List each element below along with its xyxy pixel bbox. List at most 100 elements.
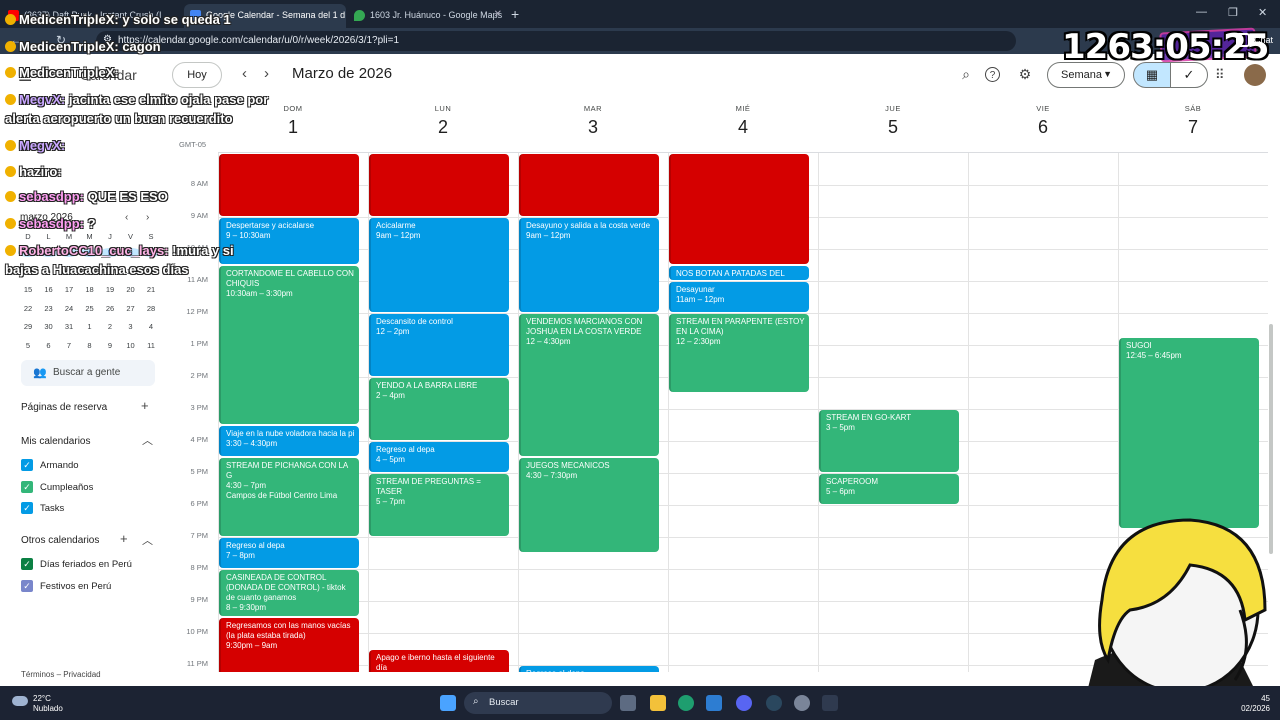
calendar-event[interactable]: [669, 154, 809, 264]
other-calendars-title[interactable]: Otros calendarios: [21, 535, 99, 546]
search-icon[interactable]: ⌕: [957, 66, 975, 84]
vscode-icon[interactable]: [706, 695, 722, 711]
calendar-event[interactable]: Desayuno y salida a la costa verde 9am – …: [519, 218, 659, 312]
day-header[interactable]: MIÉ 4: [668, 104, 818, 138]
day-header[interactable]: MAR 3: [518, 104, 668, 138]
mini-day[interactable]: 23: [39, 304, 59, 313]
day-header[interactable]: SÁB 7: [1118, 104, 1268, 138]
mini-day[interactable]: 30: [39, 322, 59, 331]
day-number[interactable]: 3: [518, 117, 668, 138]
day-header[interactable]: DOM 1: [218, 104, 368, 138]
mini-day[interactable]: 16: [39, 285, 59, 294]
day-number[interactable]: 7: [1118, 117, 1268, 138]
next-week-button[interactable]: ›: [264, 65, 269, 82]
mini-day[interactable]: 5: [18, 341, 38, 350]
settings-gear-icon[interactable]: ⚙: [1016, 66, 1034, 84]
mini-day[interactable]: 21: [141, 285, 161, 294]
mini-day[interactable]: 7: [59, 341, 79, 350]
calendar-event[interactable]: [519, 154, 659, 216]
day-header[interactable]: VIE 6: [968, 104, 1118, 138]
maximize-button[interactable]: ❐: [1228, 6, 1238, 19]
calendar-event[interactable]: [219, 154, 359, 216]
edge-browser-icon[interactable]: [678, 695, 694, 711]
day-number[interactable]: 5: [818, 117, 968, 138]
mini-day[interactable]: 11: [141, 341, 161, 350]
mini-day[interactable]: 17: [59, 285, 79, 294]
mini-day[interactable]: 2: [100, 322, 120, 331]
mini-day[interactable]: 3: [121, 322, 141, 331]
mini-day[interactable]: 1: [80, 322, 100, 331]
calendar-event[interactable]: STREAM EN GO-KART 3 – 5pm: [819, 410, 959, 472]
mini-day[interactable]: 9: [100, 341, 120, 350]
day-header[interactable]: JUE 5: [818, 104, 968, 138]
footer-links[interactable]: Términos – Privacidad: [21, 670, 101, 679]
checkbox-checked-icon[interactable]: ✓: [21, 480, 33, 493]
apps-grid-icon[interactable]: ⠿: [1215, 67, 1225, 83]
calendar-toggle[interactable]: ✓ Días feriados en Perú: [21, 558, 132, 572]
calendar-event[interactable]: SUGOI 12:45 – 6:45pm: [1119, 338, 1259, 528]
settings-app-icon[interactable]: [794, 695, 810, 711]
calendar-event[interactable]: Regresamos con las manos vacías (la plat…: [219, 618, 359, 672]
checkbox-checked-icon[interactable]: ✓: [21, 459, 33, 471]
mini-day[interactable]: 19: [100, 285, 120, 294]
calendar-event[interactable]: YENDO A LA BARRA LIBRE 2 – 4pm: [369, 378, 509, 440]
calendar-event[interactable]: Desayunar 11am – 12pm: [669, 282, 809, 312]
add-other-calendar-icon[interactable]: +: [120, 531, 128, 546]
calendar-event[interactable]: STREAM DE PREGUNTAS = TASER 5 – 7pm: [369, 474, 509, 536]
mini-next-icon[interactable]: ›: [146, 212, 149, 223]
day-number[interactable]: 2: [368, 117, 518, 138]
my-calendars-title[interactable]: Mis calendarios: [21, 436, 90, 447]
previous-week-button[interactable]: ‹: [242, 65, 247, 82]
calendar-event[interactable]: Descansito de control 12 – 2pm: [369, 314, 509, 376]
calendar-event[interactable]: VENDEMOS MARCIANOS CON JOSHUA EN LA COST…: [519, 314, 659, 456]
mini-day[interactable]: 18: [80, 285, 100, 294]
file-explorer-icon[interactable]: [650, 695, 666, 711]
add-booking-page-icon[interactable]: +: [141, 398, 149, 413]
mini-day[interactable]: 28: [141, 304, 161, 313]
calendar-event[interactable]: Acicalarme 9am – 12pm: [369, 218, 509, 312]
close-tab-icon[interactable]: ✕: [494, 9, 502, 20]
discord-icon[interactable]: [736, 695, 752, 711]
calendar-event[interactable]: SCAPEROOM 5 – 6pm: [819, 474, 959, 504]
calendar-event[interactable]: Despertarse y acicalarse 9 – 10:30am: [219, 218, 359, 264]
search-people-input[interactable]: 👥 Buscar a gente: [21, 360, 155, 386]
new-tab-button[interactable]: +: [511, 6, 519, 22]
calendar-event[interactable]: CASINEADA DE CONTROL (DONADA DE CONTROL)…: [219, 570, 359, 616]
calendar-toggle[interactable]: ✓ Tasks: [21, 502, 64, 516]
calendar-event[interactable]: Apago e iberno hasta el siguiente día10:…: [369, 650, 509, 672]
mini-day[interactable]: 10: [121, 341, 141, 350]
taskbar-clock[interactable]: 45 02/2026: [1228, 694, 1270, 714]
calendar-event[interactable]: Regreso al depa 4 – 5pm: [369, 442, 509, 472]
windows-start-icon[interactable]: [440, 695, 456, 711]
calendar-event[interactable]: JUEGOS MECANICOS 4:30 – 7:30pm: [519, 458, 659, 552]
steam-icon[interactable]: [766, 695, 782, 711]
calendar-event[interactable]: STREAM EN PARAPENTE (ESTOY EN LA CIMA) 12…: [669, 314, 809, 392]
weather-widget[interactable]: 22°C Nublado: [33, 694, 63, 714]
url-field[interactable]: ⚙ https://calendar.google.com/calendar/u…: [96, 31, 1016, 51]
calendar-toggle[interactable]: ✓ Festivos en Perú: [21, 579, 111, 594]
calendar-toggle[interactable]: ✓ Cumpleaños: [21, 480, 93, 495]
mini-day[interactable]: 8: [80, 341, 100, 350]
checkbox-checked-icon[interactable]: ✓: [21, 558, 33, 570]
help-icon[interactable]: ?: [985, 67, 1000, 82]
mini-day[interactable]: 15: [18, 285, 38, 294]
mini-day[interactable]: 25: [80, 304, 100, 313]
close-window-button[interactable]: ✕: [1258, 6, 1267, 19]
calendar-toggle[interactable]: ✓ Armando: [21, 459, 79, 473]
mini-day[interactable]: 4: [141, 322, 161, 331]
calendar-event[interactable]: Viaje en la nube voladora hacia la pi 3:3…: [219, 426, 359, 456]
today-button[interactable]: Hoy: [172, 62, 222, 88]
account-avatar[interactable]: [1244, 64, 1266, 86]
day-number[interactable]: 4: [668, 117, 818, 138]
calendar-event[interactable]: STREAM DE PICHANGA CON LA G 4:30 – 7pm Cam…: [219, 458, 359, 536]
checkbox-checked-icon[interactable]: ✓: [21, 579, 33, 592]
obs-icon[interactable]: [822, 695, 838, 711]
day-header[interactable]: LUN 2: [368, 104, 518, 138]
calendar-event[interactable]: [369, 154, 509, 216]
mini-day[interactable]: 24: [59, 304, 79, 313]
chevron-up-icon[interactable]: ︿: [142, 432, 153, 448]
mini-day[interactable]: 22: [18, 304, 38, 313]
mini-day[interactable]: 29: [18, 322, 38, 331]
mini-prev-icon[interactable]: ‹: [125, 212, 128, 223]
task-view-icon[interactable]: [620, 695, 636, 711]
